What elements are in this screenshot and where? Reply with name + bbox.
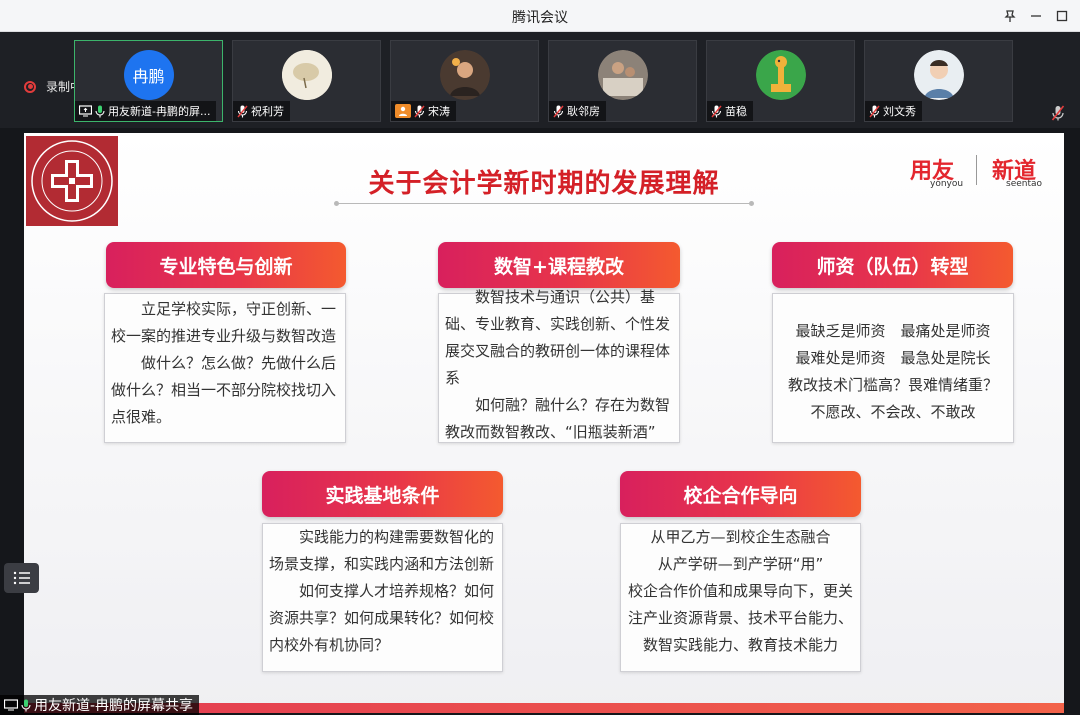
participant-name: 祝利芳 xyxy=(251,105,284,118)
screen-share-icon xyxy=(79,105,92,117)
mic-off-icon xyxy=(711,105,722,118)
mic-off-icon xyxy=(237,105,248,118)
pin-icon xyxy=(1003,9,1017,23)
participant-name: 耿邻房 xyxy=(567,105,600,118)
participant-label: 刘文秀 xyxy=(865,101,922,121)
participant-label: 用友新道-冉鹏的屏... xyxy=(75,101,217,121)
participant-name: 宋涛 xyxy=(428,105,450,118)
minimize-button[interactable] xyxy=(1022,4,1050,28)
title-bar: 腾讯会议 xyxy=(0,0,1080,32)
brand-logo: 用友 yonyou 新道 seentao xyxy=(910,153,1050,193)
pin-button[interactable] xyxy=(996,4,1024,28)
section-text: 立足学校实际，守正创新、一校一案的推进专业升级与数智改造 做什么？怎么做？先做什… xyxy=(111,300,337,426)
section-text: 数智技术与通识（公共）基础、专业教育、实践创新、个性发展交叉融合的教研创一体的课… xyxy=(445,288,671,441)
participant-label: 耿邻房 xyxy=(549,101,606,121)
brand-divider xyxy=(976,155,977,185)
user-icon xyxy=(395,104,411,118)
section-text: 实践能力的构建需要数智化的场景支撑，和实践内涵和方法创新 如何支撑人才培养规格？… xyxy=(269,528,495,654)
participant-name: 用友新道-冉鹏的屏... xyxy=(108,105,211,118)
mic-on-icon xyxy=(21,699,31,712)
toolbar-toggle-button[interactable] xyxy=(4,563,39,593)
section-body: 数智技术与通识（公共）基础、专业教育、实践创新、个性发展交叉融合的教研创一体的课… xyxy=(438,288,680,443)
section-text: 从甲乙方—到校企生态融合 从产学研—到产学研“用” 校企合作价值和成果导向下，更… xyxy=(627,528,853,654)
participant-name: 刘文秀 xyxy=(883,105,916,118)
section-body: 从甲乙方—到校企生态融合 从产学研—到产学研“用” 校企合作价值和成果导向下，更… xyxy=(620,523,861,672)
window-title: 腾讯会议 xyxy=(512,10,568,26)
section-heading: 专业特色与创新 xyxy=(106,242,346,288)
participant-tile[interactable]: 祝利芳 xyxy=(232,40,381,122)
title-divider xyxy=(334,201,754,206)
maximize-button[interactable] xyxy=(1048,4,1076,28)
avatar: 冉鹏 xyxy=(123,50,174,100)
participant-name: 苗稳 xyxy=(725,105,747,118)
share-label-text: 用友新道-冉鹏的屏幕共享 xyxy=(34,698,194,714)
slide-title: 关于会计学新时期的发展理解 xyxy=(368,169,720,199)
participant-tile[interactable]: 宋涛 xyxy=(390,40,539,122)
mic-off-icon xyxy=(869,105,880,118)
participant-tile[interactable]: 刘文秀 xyxy=(864,40,1013,122)
participant-tile[interactable]: 耿邻房 xyxy=(548,40,697,122)
participant-tile[interactable]: 冉鹏 用友新道-冉鹏的屏... xyxy=(74,40,223,122)
section-heading: 师资（队伍）转型 xyxy=(772,242,1013,288)
mic-on-icon xyxy=(95,105,105,118)
avatar xyxy=(439,50,490,100)
maximize-icon xyxy=(1056,10,1068,22)
avatar xyxy=(755,50,806,100)
participant-label: 宋涛 xyxy=(391,101,456,121)
avatar xyxy=(281,50,332,100)
participant-label: 祝利芳 xyxy=(233,101,290,121)
menu-icon xyxy=(13,570,31,586)
section-text: 最缺乏是师资 最痛处是师资 最难处是师资 最急处是院长 教改技术门槛高？畏难情绪… xyxy=(787,322,998,421)
section-heading: 实践基地条件 xyxy=(262,471,503,517)
presentation-slide: 关于会计学新时期的发展理解 用友 yonyou 新道 seentao 立足学校实… xyxy=(24,133,1064,713)
section-body: 最缺乏是师资 最痛处是师资 最难处是师资 最急处是院长 教改技术门槛高？畏难情绪… xyxy=(772,293,1014,443)
section-body: 实践能力的构建需要数智化的场景支撑，和实践内涵和方法创新 如何支撑人才培养规格？… xyxy=(262,523,503,672)
mic-off-icon xyxy=(1051,105,1065,121)
mic-off-icon xyxy=(414,105,425,118)
minimize-icon xyxy=(1030,10,1042,22)
screen-share-label: 用友新道-冉鹏的屏幕共享 xyxy=(0,695,200,715)
avatar xyxy=(597,50,648,100)
participant-tile[interactable]: 苗稳 xyxy=(706,40,855,122)
screen-share-icon xyxy=(4,699,18,711)
mic-off-icon xyxy=(553,105,564,118)
avatar xyxy=(913,50,964,100)
section-heading: 数智+课程教改 xyxy=(438,242,680,288)
brand-right-sub: seentao xyxy=(1006,179,1043,189)
section-heading: 校企合作导向 xyxy=(620,471,861,517)
participant-label: 苗稳 xyxy=(707,101,753,121)
self-mic-button[interactable] xyxy=(1044,101,1072,125)
brand-left-sub: yonyou xyxy=(930,179,964,189)
section-body: 立足学校实际，守正创新、一校一案的推进专业升级与数智改造 做什么？怎么做？先做什… xyxy=(104,293,346,443)
school-logo xyxy=(26,136,118,226)
recording-icon xyxy=(24,80,36,93)
